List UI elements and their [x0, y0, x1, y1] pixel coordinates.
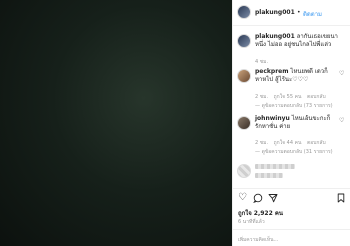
view-replies-link[interactable]: — ดูข้อความตอบกลับ (73 รายการ)	[255, 102, 333, 110]
likes-count[interactable]: ถูกใจ 2,922 คน	[238, 208, 283, 218]
comment-time: 2 ชม.	[255, 140, 269, 146]
comment-username[interactable]: johnwinyu	[255, 115, 290, 122]
reply-button[interactable]: ตอบกลับ	[307, 94, 326, 100]
comment-likes[interactable]: ถูกใจ 55 คน	[274, 94, 302, 100]
comment-box-divider	[233, 229, 350, 230]
commenter-avatar[interactable]	[237, 69, 251, 83]
owner-username[interactable]: plakung001	[255, 9, 295, 16]
reply-button[interactable]: ตอบกลับ	[307, 140, 326, 146]
comment-like-icon[interactable]: ♡	[339, 70, 344, 77]
header-divider	[233, 25, 350, 26]
bookmark-icon[interactable]	[336, 193, 346, 206]
comment-username[interactable]: peckprem	[255, 68, 289, 75]
blurred-text-line	[255, 173, 283, 178]
post-media[interactable]	[0, 0, 232, 246]
caption-time: 4 ชม.	[255, 59, 269, 65]
blurred-avatar	[237, 164, 251, 178]
post-header: plakung001 • ติดตาม	[233, 4, 350, 20]
commenter-avatar[interactable]	[237, 116, 251, 130]
header-dot: •	[297, 9, 301, 16]
blurred-text-line	[255, 164, 295, 169]
comment-icon[interactable]	[253, 193, 263, 206]
caption-username[interactable]: plakung001	[255, 33, 295, 40]
follow-button[interactable]: ติดตาม	[303, 9, 322, 19]
add-comment-input[interactable]: เพิ่มความคิดเห็น...	[238, 236, 278, 244]
caption-avatar[interactable]	[237, 34, 251, 48]
post-date: 6 นาทีที่แล้ว	[238, 219, 265, 225]
share-icon[interactable]	[268, 193, 278, 206]
blurred-comment	[233, 162, 350, 184]
view-replies-link[interactable]: — ดูข้อความตอบกลับ (31 รายการ)	[255, 148, 333, 156]
heart-icon[interactable]: ♡	[238, 193, 247, 203]
actions-divider	[233, 188, 350, 189]
action-bar: ♡	[233, 192, 350, 204]
comment-likes[interactable]: ถูกใจ 44 คน	[274, 140, 302, 146]
comment-like-icon[interactable]: ♡	[339, 117, 344, 124]
comment-time: 2 ชม.	[255, 94, 269, 100]
owner-avatar[interactable]	[237, 5, 251, 19]
post-side-panel: plakung001 • ติดตาม plakung001 ลากันเธอเ…	[232, 0, 350, 246]
